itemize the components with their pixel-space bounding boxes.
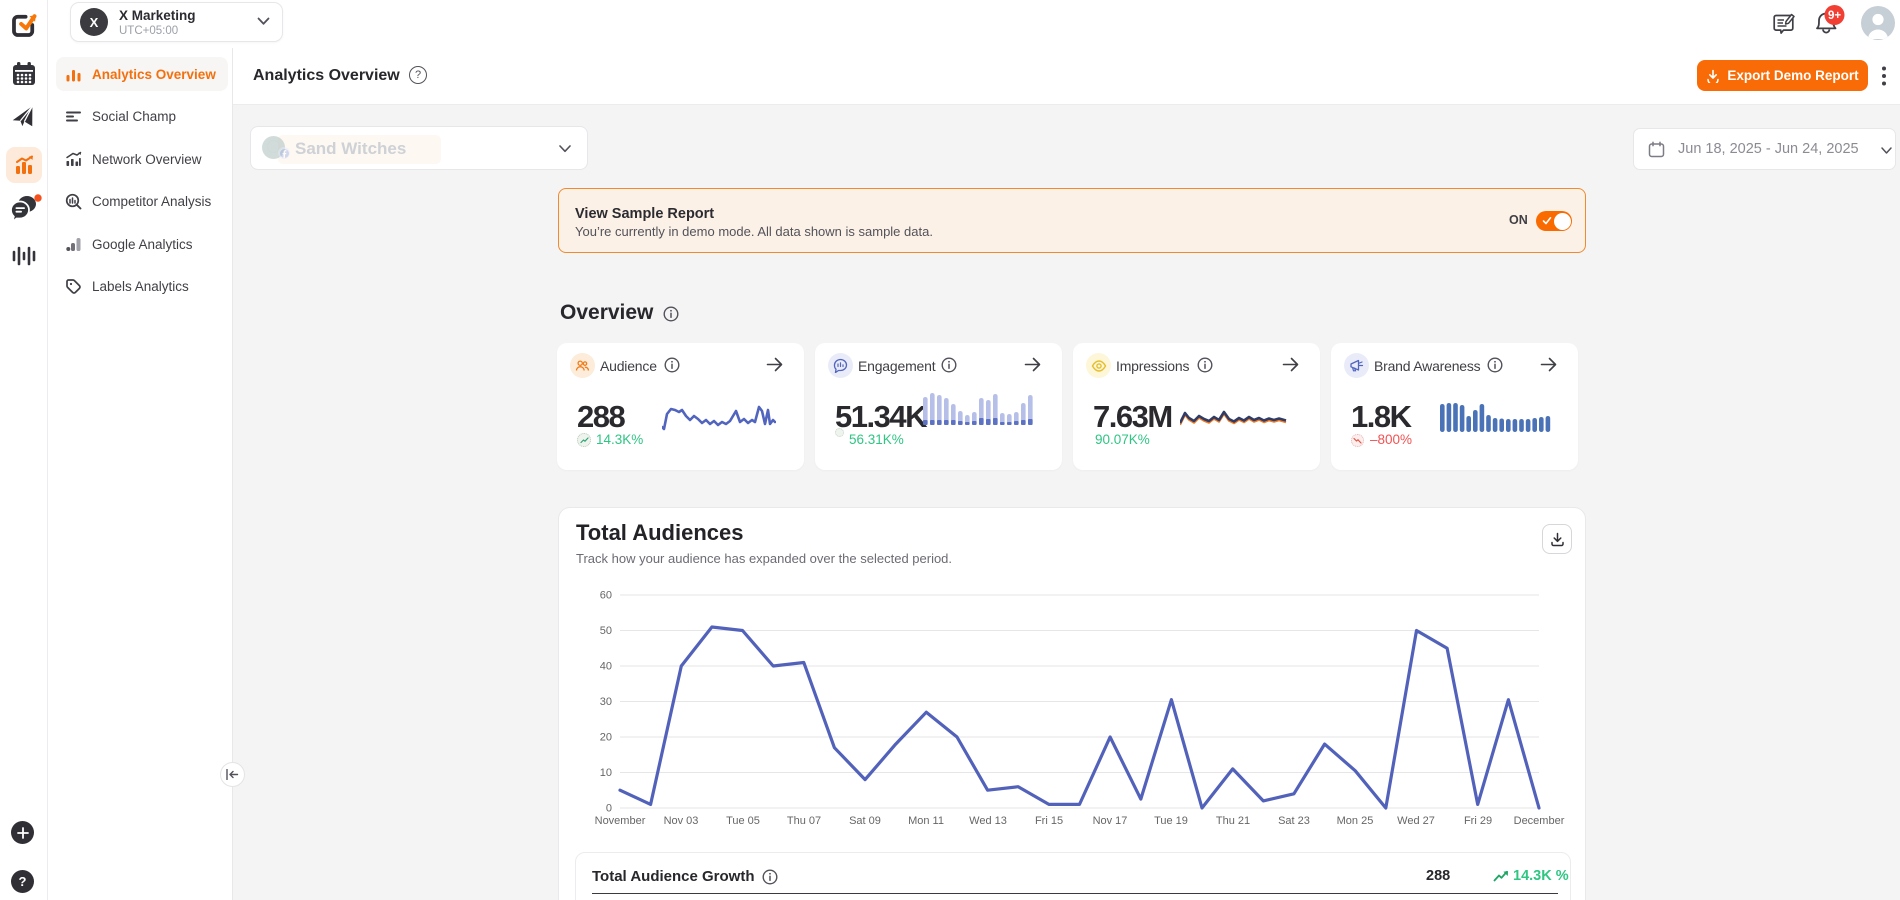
svg-text:December: December: [1514, 815, 1565, 827]
svg-text:Sat 23: Sat 23: [1278, 815, 1310, 827]
svg-text:0: 0: [606, 803, 612, 815]
svg-text:Mon 11: Mon 11: [908, 815, 944, 827]
svg-text:20: 20: [600, 732, 612, 744]
svg-text:Wed 27: Wed 27: [1397, 815, 1435, 827]
svg-text:Fri 29: Fri 29: [1464, 815, 1492, 827]
svg-text:Fri 15: Fri 15: [1035, 815, 1063, 827]
svg-text:Nov 17: Nov 17: [1093, 815, 1128, 827]
svg-text:Tue 19: Tue 19: [1154, 815, 1188, 827]
svg-text:Thu 21: Thu 21: [1216, 815, 1250, 827]
svg-text:Tue 05: Tue 05: [726, 815, 760, 827]
svg-text:Thu 07: Thu 07: [787, 815, 821, 827]
svg-text:Nov 03: Nov 03: [664, 815, 699, 827]
svg-text:Mon 25: Mon 25: [1337, 815, 1374, 827]
svg-text:50: 50: [600, 625, 612, 637]
svg-text:30: 30: [600, 696, 612, 708]
svg-text:10: 10: [600, 767, 612, 779]
svg-text:November: November: [595, 815, 646, 827]
svg-text:60: 60: [600, 590, 612, 602]
svg-text:40: 40: [600, 661, 612, 673]
svg-text:Wed 13: Wed 13: [969, 815, 1007, 827]
svg-text:9+: 9+: [1828, 10, 1841, 22]
svg-text:Sat 09: Sat 09: [849, 815, 881, 827]
